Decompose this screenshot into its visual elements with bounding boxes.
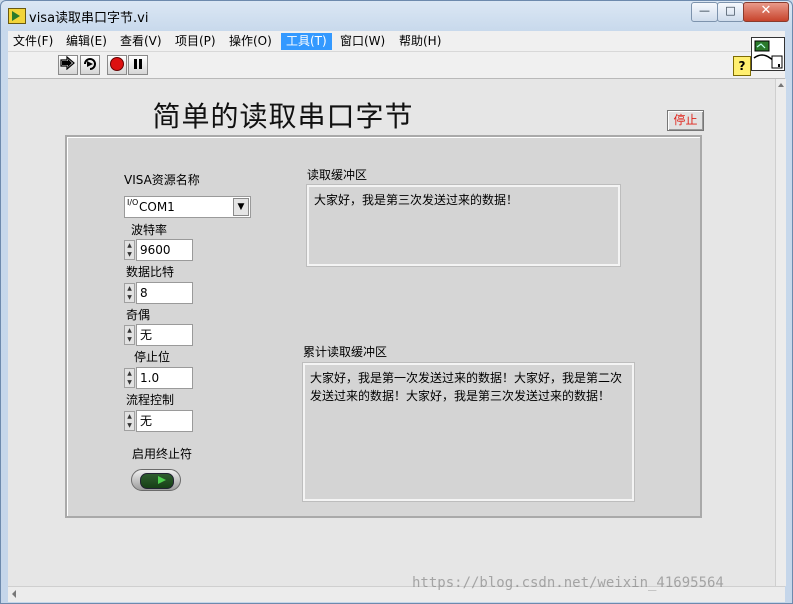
toolbar: ? (8, 52, 785, 79)
spinner-icon[interactable]: ▲ ▼ (124, 283, 135, 303)
vertical-scrollbar[interactable] (775, 79, 786, 586)
baud-rate-value[interactable]: 9600 (136, 239, 193, 261)
menu-window[interactable]: 窗口(W) (335, 33, 390, 50)
data-bits-label: 数据比特 (126, 265, 175, 279)
window: visa读取串口字节.vi — □ ✕ 文件(F) 编辑(E) 查看(V) 项目… (0, 0, 793, 604)
close-button[interactable]: ✕ (743, 2, 789, 22)
run-continuously-icon[interactable] (80, 55, 100, 75)
spinner-icon[interactable]: ▲ ▼ (124, 411, 135, 431)
read-buffer-display: 大家好，我是第三次发送过来的数据！ (307, 185, 620, 266)
stop-bits-label: 停止位 (134, 350, 171, 364)
accumulated-buffer-display: 大家好，我是第一次发送过来的数据！大家好，我是第二次发送过来的数据！大家好，我是… (303, 363, 634, 501)
accumulated-buffer-label: 累计读取缓冲区 (303, 345, 388, 359)
stop-button[interactable]: 停止 (667, 110, 704, 131)
page-title: 简单的读取串口字节 (152, 100, 414, 133)
context-help-button[interactable]: ? (733, 56, 751, 76)
spinner-icon[interactable]: ▲ ▼ (124, 240, 135, 260)
flow-control-control[interactable]: ▲ ▼ 无 (124, 410, 194, 432)
flow-control-value[interactable]: 无 (136, 410, 193, 432)
parity-control[interactable]: ▲ ▼ 无 (124, 324, 194, 346)
visa-resource-select[interactable]: I/O COM1 ▼ (124, 196, 251, 218)
menu-file[interactable]: 文件(F) (8, 33, 58, 50)
io-glyph-icon: I/O (127, 198, 139, 207)
led-icon (140, 473, 174, 489)
minimize-button[interactable]: — (691, 2, 718, 22)
baud-rate-label: 波特率 (131, 223, 168, 237)
front-panel: 简单的读取串口字节 停止 VISA资源名称 I/O COM1 ▼ 波特率 ▲ ▼ … (8, 79, 775, 586)
menu-edit[interactable]: 编辑(E) (61, 33, 112, 50)
menu-bar: 文件(F) 编辑(E) 查看(V) 项目(P) 操作(O) 工具(T) 窗口(W… (8, 31, 785, 52)
menu-tools[interactable]: 工具(T) (281, 33, 332, 50)
menu-project[interactable]: 项目(P) (170, 33, 221, 50)
chevron-down-icon[interactable]: ▼ (233, 198, 249, 216)
data-bits-value[interactable]: 8 (136, 282, 193, 304)
menu-help[interactable]: 帮助(H) (394, 33, 446, 50)
data-bits-control[interactable]: ▲ ▼ 8 (124, 282, 194, 304)
spinner-icon[interactable]: ▲ ▼ (124, 325, 135, 345)
spinner-icon[interactable]: ▲ ▼ (124, 368, 135, 388)
abort-icon[interactable] (107, 55, 127, 75)
run-arrow-icon[interactable] (58, 55, 78, 75)
visa-resource-label: VISA资源名称 (124, 173, 200, 187)
flow-control-label: 流程控制 (126, 393, 175, 407)
stop-bits-value[interactable]: 1.0 (136, 367, 193, 389)
visa-resource-value: COM1 (139, 200, 175, 214)
controls-frame: VISA资源名称 I/O COM1 ▼ 波特率 ▲ ▼ 9600 数据比特 ▲ ▼ … (65, 135, 702, 518)
stop-bits-control[interactable]: ▲ ▼ 1.0 (124, 367, 194, 389)
labview-vi-icon (8, 8, 26, 24)
menu-operate[interactable]: 操作(O) (224, 33, 277, 50)
read-buffer-label: 读取缓冲区 (307, 168, 368, 182)
parity-label: 奇偶 (126, 308, 151, 322)
baud-rate-control[interactable]: ▲ ▼ 9600 (124, 239, 194, 261)
title-bar[interactable]: visa读取串口字节.vi — □ ✕ (1, 1, 792, 31)
watermark-text: https://blog.csdn.net/weixin_41695564 (412, 575, 724, 591)
window-title: visa读取串口字节.vi (29, 11, 149, 26)
terminator-toggle[interactable] (131, 469, 181, 491)
parity-value[interactable]: 无 (136, 324, 193, 346)
vi-connector-icon[interactable] (751, 37, 785, 71)
terminator-label: 启用终止符 (132, 447, 193, 461)
scroll-left-icon[interactable] (8, 587, 20, 601)
menu-view[interactable]: 查看(V) (115, 33, 167, 50)
scroll-up-icon[interactable] (776, 80, 786, 90)
pause-icon[interactable] (128, 55, 148, 75)
maximize-button[interactable]: □ (717, 2, 744, 22)
